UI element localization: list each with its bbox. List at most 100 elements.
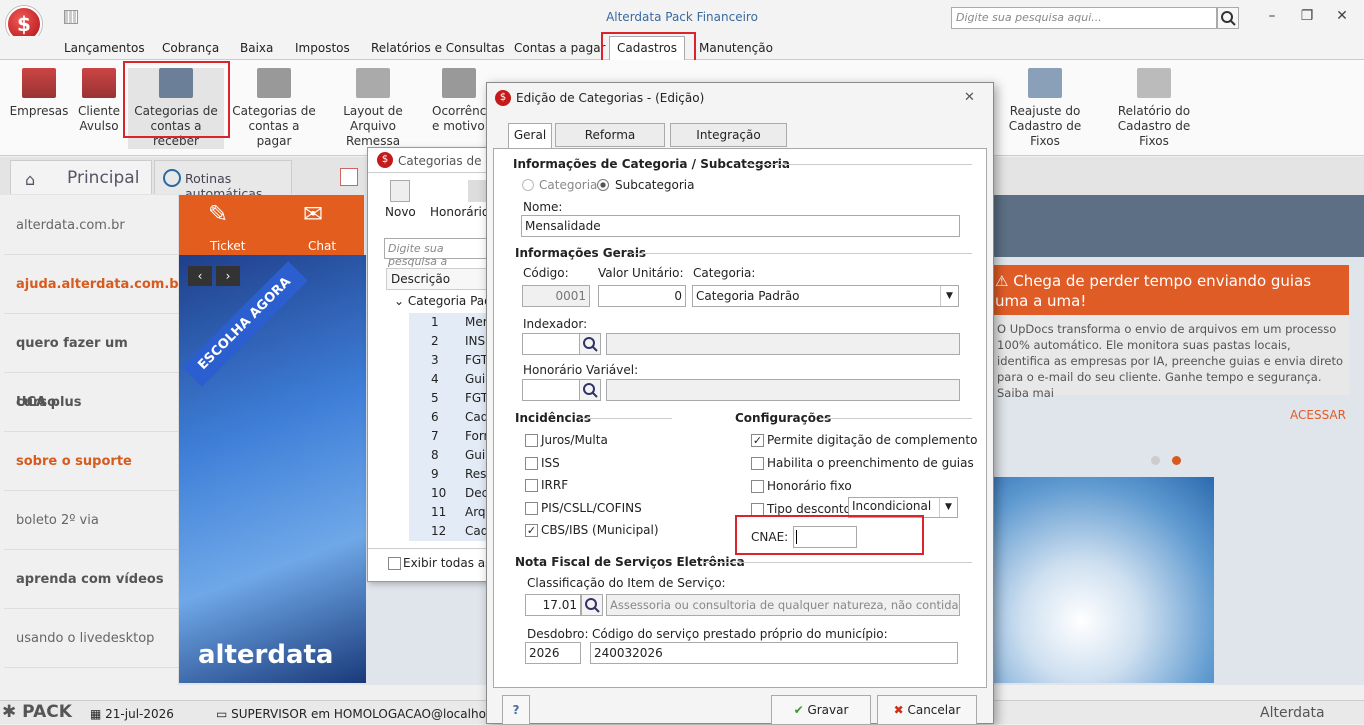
status-brand: Alterdata [1260, 705, 1325, 721]
ribbon-reajuste-button[interactable]: Reajuste do Cadastro de Fixos [994, 68, 1096, 149]
cancelar-button[interactable]: ✖ Cancelar [877, 695, 977, 725]
help-button[interactable]: ? [502, 695, 530, 725]
search-icon [583, 337, 598, 352]
minimize-button[interactable]: – [1262, 8, 1282, 26]
table-row[interactable]: 6 Cad [409, 408, 489, 427]
sidebar-link-livedesktop[interactable]: usando o livedesktop [4, 609, 179, 668]
incidencia-checkbox[interactable] [525, 501, 538, 515]
tipo-desconto-value: Incondicional [852, 499, 932, 513]
codigo-servico-input[interactable]: 240032026 [590, 642, 958, 664]
exibir-todas-checkbox[interactable] [388, 557, 401, 570]
ticket-icon[interactable]: ✎ [208, 200, 228, 228]
honorario-variavel-input[interactable] [522, 379, 580, 401]
codigo-servico-label: Código do serviço prestado próprio do mu… [592, 627, 888, 641]
menu-impostos[interactable]: Impostos [295, 41, 350, 55]
incidencia-checkbox[interactable] [525, 456, 538, 470]
tab-reforma-tributaria[interactable]: Reforma Tributária [555, 123, 665, 164]
radio-categoria[interactable] [522, 179, 534, 191]
sidebar-link-suporte[interactable]: sobre o suporte [4, 432, 179, 491]
row-number: 8 [431, 448, 439, 462]
cancelar-label: Cancelar [907, 703, 961, 717]
column-header-descricao[interactable]: Descrição [386, 268, 496, 290]
classificacao-search-button[interactable] [581, 594, 603, 616]
tree-group[interactable]: ⌄ Categoria Padr [394, 294, 497, 308]
sidebar-link-videos[interactable]: aprenda com vídeos [4, 550, 179, 609]
configuracao-checkbox[interactable] [751, 457, 764, 470]
tab-principal[interactable]: ⌂ Principal [10, 160, 152, 194]
configuracao-checkbox[interactable]: ✓ [751, 434, 764, 447]
close-button[interactable]: ✕ [1332, 8, 1352, 26]
honorario-button[interactable]: Honorário [430, 205, 489, 219]
calendar-icon[interactable] [340, 168, 358, 186]
tab-geral[interactable]: Geral [508, 123, 552, 149]
restore-button[interactable]: ❐ [1297, 8, 1317, 26]
chat-icon[interactable]: ✉ [303, 200, 323, 228]
promo-cta-link[interactable]: ACESSAR [1290, 408, 1346, 422]
sidebar-link-boleto[interactable]: boleto 2º via [4, 491, 179, 550]
categorias-search-input[interactable]: Digite sua pesquisa a [384, 238, 494, 268]
menu-cobranca[interactable]: Cobrança [162, 41, 219, 55]
menu-relatorios[interactable]: Relatórios e Consultas [371, 41, 505, 55]
tab-rotinas[interactable]: Rotinas automáticas [154, 160, 292, 201]
row-description: Mer [465, 315, 488, 329]
sidebar-link-curso[interactable]: quero fazer um curso [4, 314, 179, 410]
table-row[interactable]: 10 Dec [409, 484, 489, 503]
novo-button[interactable]: Novo [385, 205, 416, 219]
sidebar-link-uca[interactable]: UCA plus [4, 373, 179, 432]
ribbon-relatorio-button[interactable]: Relatório do Cadastro de Fixos [1102, 68, 1206, 149]
radio-subcategoria[interactable] [597, 179, 609, 191]
table-row[interactable]: 4 Guia [409, 370, 493, 389]
clock-icon [163, 169, 181, 187]
global-search-input[interactable]: Digite sua pesquisa aqui... [951, 7, 1217, 29]
menu-lancamentos[interactable]: Lançamentos [64, 41, 145, 55]
indexador-input[interactable] [522, 333, 580, 355]
classificacao-code-input[interactable]: 17.01 [525, 594, 581, 616]
menu-contas-pagar[interactable]: Contas a pagar [514, 41, 606, 55]
ticket-button[interactable]: Ticket [210, 239, 246, 253]
valor-unitario-input[interactable]: 0 [598, 285, 686, 307]
menu-baixa[interactable]: Baixa [240, 41, 273, 55]
desdobro-input[interactable]: 2026 [525, 642, 581, 664]
incidencia-checkbox[interactable] [525, 479, 538, 492]
nome-input[interactable]: Mensalidade [521, 215, 960, 237]
next-arrow-icon[interactable]: › [216, 266, 240, 286]
sidebar-link-ajuda[interactable]: ajuda.alterdata.com.br [4, 255, 185, 314]
incidencia-label: CBS/IBS (Municipal) [541, 523, 659, 537]
incidencia-checkbox[interactable] [525, 434, 538, 447]
tab-integracao-contabil[interactable]: Integração Contábil [670, 123, 787, 164]
cnae-input[interactable] [793, 526, 857, 548]
codigo-input[interactable]: 0001 [522, 285, 590, 307]
honorario-search-button[interactable] [579, 379, 601, 401]
table-row[interactable]: 3 FGT [409, 351, 489, 370]
prev-arrow-icon[interactable]: ‹ [188, 266, 212, 286]
table-row[interactable]: 8 Guia [409, 446, 493, 465]
table-row[interactable]: 2 INSS [409, 332, 493, 351]
table-row[interactable]: 9 Rese [409, 465, 494, 484]
chevron-down-icon[interactable]: ▼ [939, 498, 957, 517]
configuracao-checkbox[interactable] [751, 480, 764, 493]
ribbon-layout-remessa-button[interactable]: Layout de Arquivo Remessa [324, 68, 422, 149]
table-row[interactable]: 5 FGT [409, 389, 489, 408]
search-button[interactable] [1217, 7, 1239, 29]
incidencia-checkbox[interactable]: ✓ [525, 524, 538, 537]
chevron-down-icon[interactable]: ▼ [940, 286, 958, 306]
ribbon-ocorrencias-button[interactable]: Ocorrênc e motivo [432, 68, 486, 134]
ribbon-categorias-pagar-button[interactable]: Categorias de contas a pagar [232, 68, 316, 149]
categorias-window-title: Categorias de co [398, 154, 500, 168]
menu-manutencao[interactable]: Manutenção [699, 41, 773, 55]
carousel-dot-active[interactable] [1172, 456, 1181, 465]
carousel-dot[interactable] [1151, 456, 1160, 465]
table-row[interactable]: 1 Mer [409, 313, 489, 332]
chat-button[interactable]: Chat [308, 239, 336, 253]
row-description: Arq [465, 505, 486, 519]
ribbon-cliente-avulso-button[interactable]: Cliente Avulso [72, 68, 126, 134]
table-row[interactable]: 7 Forn [409, 427, 491, 446]
table-row[interactable]: 11 Arq [409, 503, 489, 522]
indexador-search-button[interactable] [579, 333, 601, 355]
dialog-close-icon[interactable]: ✕ [964, 90, 975, 105]
sidebar-link-site[interactable]: alterdata.com.br [4, 196, 179, 255]
categoria-select[interactable]: Categoria Padrão ▼ [692, 285, 959, 307]
table-row[interactable]: 12 Cad [409, 522, 489, 541]
gravar-button[interactable]: ✔ Gravar [771, 695, 871, 725]
ribbon-empresas-button[interactable]: Empresas [8, 68, 70, 119]
